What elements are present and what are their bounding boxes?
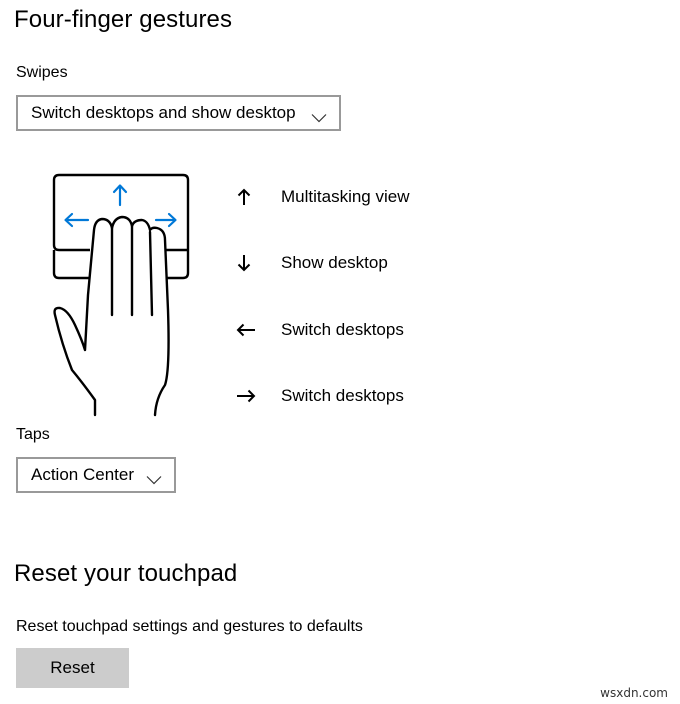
chevron-down-icon [311,108,327,123]
watermark: wsxdn.com [600,686,668,700]
legend-label: Multitasking view [281,187,410,206]
legend-label: Switch desktops [281,320,404,339]
swipes-dropdown[interactable]: Switch desktops and show desktop [16,95,341,131]
taps-label: Taps [16,426,50,443]
legend-label: Show desktop [281,253,388,272]
arrow-up-icon [230,188,260,206]
reset-description: Reset touchpad settings and gestures to … [16,618,363,635]
legend-item-up: Multitasking view [230,185,410,209]
hand-icon [53,215,170,417]
reset-button[interactable]: Reset [16,648,129,688]
legend-item-right: Switch desktops [230,384,404,408]
taps-selected-value: Action Center [31,465,134,484]
four-finger-gestures-heading: Four-finger gestures [14,6,233,33]
arrow-right-icon [230,389,260,403]
arrow-left-icon [230,323,260,337]
reset-touchpad-heading: Reset your touchpad [14,560,238,587]
taps-dropdown[interactable]: Action Center [16,457,176,493]
touchpad-hand-illustration [50,170,195,420]
legend-label: Switch desktops [281,386,404,405]
legend-item-left: Switch desktops [230,318,404,342]
legend-item-down: Show desktop [230,251,388,275]
arrow-down-icon [230,254,260,272]
chevron-down-icon [146,470,162,485]
swipes-selected-value: Switch desktops and show desktop [31,103,296,122]
swipes-label: Swipes [16,64,68,81]
